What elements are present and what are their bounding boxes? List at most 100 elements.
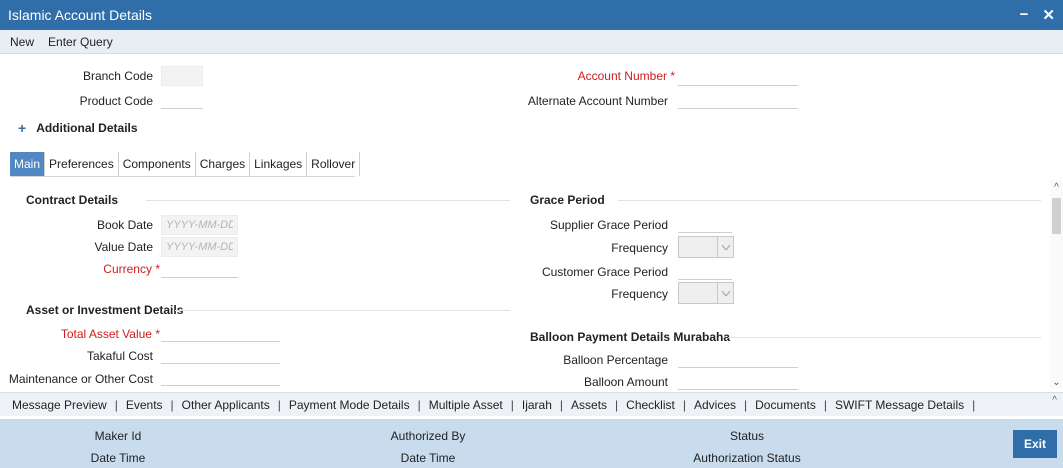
currency-label: Currency * [60, 262, 160, 276]
maker-id-label: Maker Id [94, 429, 142, 443]
link-separator: | [744, 397, 748, 412]
title-bar: Islamic Account Details − ✕ [0, 0, 1063, 30]
authorized-by-label: Authorized By [390, 429, 466, 443]
total-asset-value-label: Total Asset Value * [20, 327, 160, 341]
contract-details-divider [146, 200, 510, 201]
tab-linkages[interactable]: Linkages [250, 152, 308, 176]
exit-button[interactable]: Exit [1013, 430, 1057, 458]
close-icon[interactable]: ✕ [1042, 6, 1055, 24]
link-separator: | [682, 397, 686, 412]
balloon-amount-input[interactable] [678, 370, 798, 390]
link-events[interactable]: Events [126, 398, 163, 412]
product-code-input[interactable] [161, 89, 203, 109]
link-message-preview[interactable]: Message Preview [12, 398, 107, 412]
vertical-scrollbar[interactable]: ^ ⌄ [1050, 180, 1063, 388]
tab-underline [10, 176, 355, 177]
additional-details-label: Additional Details [36, 121, 138, 135]
scroll-down-icon[interactable]: ⌄ [1050, 377, 1063, 388]
checker-date-time-label: Date Time [400, 451, 456, 465]
window-title: Islamic Account Details [8, 7, 152, 23]
link-separator: | [823, 397, 827, 412]
currency-input[interactable] [161, 258, 238, 278]
asset-details-divider [175, 310, 510, 311]
required-mark: * [670, 69, 675, 83]
customer-frequency-label: Frequency [611, 287, 668, 301]
chevron-down-icon[interactable] [717, 237, 733, 257]
maintenance-cost-input[interactable] [161, 366, 280, 386]
enter-query-button[interactable]: Enter Query [48, 35, 113, 49]
supplier-frequency-select[interactable] [678, 236, 734, 258]
menu-bar: New Enter Query [0, 30, 1063, 54]
window-controls: − ✕ [1020, 6, 1055, 24]
alternate-account-label: Alternate Account Number [527, 94, 668, 108]
link-separator: | [510, 397, 514, 412]
grace-period-divider [618, 200, 1041, 201]
link-assets[interactable]: Assets [571, 398, 607, 412]
audit-footer: Maker Id Date Time Authorized By Date Ti… [0, 419, 1063, 468]
takaful-cost-input[interactable] [161, 344, 280, 364]
scroll-thumb[interactable] [1052, 198, 1061, 234]
scroll-up-icon[interactable]: ^ [1050, 182, 1063, 193]
required-mark: * [155, 262, 160, 276]
tab-components[interactable]: Components [118, 152, 196, 176]
new-button[interactable]: New [10, 35, 34, 49]
supplier-frequency-label: Frequency [611, 241, 668, 255]
link-other-applicants[interactable]: Other Applicants [182, 398, 270, 412]
product-code-label: Product Code [79, 94, 153, 108]
link-separator: | [972, 397, 976, 412]
supplier-grace-label: Supplier Grace Period [549, 218, 668, 232]
contract-details-heading: Contract Details [26, 193, 119, 207]
maintenance-cost-label: Maintenance or Other Cost [8, 372, 153, 386]
link-separator: | [615, 397, 619, 412]
link-separator: | [114, 397, 118, 412]
branch-code-input[interactable] [161, 66, 203, 86]
required-mark: * [155, 327, 160, 341]
status-label: Status [729, 429, 765, 443]
grace-period-heading: Grace Period [530, 193, 605, 207]
customer-grace-input[interactable] [678, 260, 732, 280]
supplier-grace-input[interactable] [678, 213, 732, 233]
value-date-label: Value Date [94, 240, 153, 254]
chevron-up-icon[interactable]: ^ [1052, 395, 1057, 406]
link-swift-message-details[interactable]: SWIFT Message Details [835, 398, 964, 412]
link-ijarah[interactable]: Ijarah [522, 398, 552, 412]
tab-preferences[interactable]: Preferences [45, 152, 119, 176]
tab-main[interactable]: Main [10, 152, 46, 176]
chevron-down-icon[interactable] [717, 283, 733, 303]
total-asset-value-input[interactable] [161, 322, 280, 342]
link-separator: | [277, 397, 281, 412]
alternate-account-input[interactable] [678, 89, 798, 109]
minimize-icon[interactable]: − [1020, 6, 1029, 24]
link-payment-mode-details[interactable]: Payment Mode Details [289, 398, 410, 412]
balloon-percentage-input[interactable] [678, 348, 798, 368]
account-number-label-text: Account Number [577, 69, 667, 83]
link-documents[interactable]: Documents [755, 398, 816, 412]
account-number-label: Account Number * [520, 69, 675, 83]
additional-details-toggle[interactable]: + Additional Details [18, 120, 138, 136]
balloon-payment-heading: Balloon Payment Details Murabaha [530, 330, 731, 344]
takaful-cost-label: Takaful Cost [86, 349, 153, 363]
balloon-payment-divider [728, 337, 1041, 338]
link-separator: | [170, 397, 174, 412]
link-checklist[interactable]: Checklist [626, 398, 675, 412]
tab-rollover[interactable]: Rollover [307, 152, 361, 176]
branch-code-label: Branch Code [82, 69, 153, 83]
value-date-input[interactable] [161, 237, 238, 257]
account-number-input[interactable] [678, 66, 798, 86]
currency-label-text: Currency [103, 262, 152, 276]
tab-strip: Main Preferences Components Charges Link… [10, 152, 361, 176]
link-multiple-asset[interactable]: Multiple Asset [429, 398, 503, 412]
link-advices[interactable]: Advices [694, 398, 736, 412]
balloon-amount-label: Balloon Amount [583, 375, 668, 389]
sub-screen-link-bar: Message Preview | Events | Other Applica… [0, 392, 1063, 416]
total-asset-value-label-text: Total Asset Value [60, 327, 152, 341]
link-separator: | [417, 397, 421, 412]
tab-charges[interactable]: Charges [195, 152, 251, 176]
customer-grace-label: Customer Grace Period [541, 265, 668, 279]
book-date-label: Book Date [96, 218, 153, 232]
link-separator: | [559, 397, 564, 412]
plus-icon[interactable]: + [18, 120, 26, 136]
asset-details-heading: Asset or Investment Details [26, 303, 184, 317]
customer-frequency-select[interactable] [678, 282, 734, 304]
book-date-input[interactable] [161, 215, 238, 235]
